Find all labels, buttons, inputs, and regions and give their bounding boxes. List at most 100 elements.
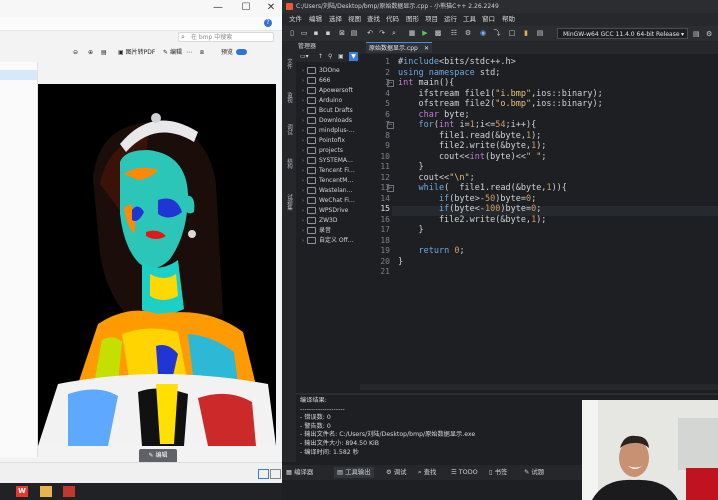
side-tab-debug[interactable]: 调试	[285, 124, 293, 135]
print-code-icon[interactable]: ▤	[350, 29, 358, 37]
menu-tools[interactable]: 工具	[463, 13, 476, 26]
close-icon[interactable]: ✕	[263, 2, 279, 14]
zoom-in-icon[interactable]: ⊕	[88, 48, 93, 58]
tree-item[interactable]: › Pointofix	[302, 136, 345, 146]
redo-icon[interactable]: ↷	[378, 29, 386, 37]
viewer-sidebar	[0, 62, 38, 457]
filter-icon[interactable]: ▼	[349, 52, 358, 61]
folder-menu-icon[interactable]: ▭▾	[300, 53, 309, 60]
fold-toggle-icon[interactable]: −	[387, 185, 394, 192]
side-tab-files[interactable]: 文件	[285, 58, 293, 69]
tree-item[interactable]: › SYSTEMA…	[302, 156, 353, 166]
compile-icon[interactable]: ▦	[408, 29, 416, 37]
open-file-icon[interactable]: ▭	[300, 29, 308, 37]
new-file-icon[interactable]: ▯	[288, 29, 296, 37]
tree-refresh-icon[interactable]: ▣	[338, 53, 344, 60]
grid-view-icon[interactable]	[270, 469, 281, 479]
tree-item[interactable]: › Apowersoft	[302, 86, 353, 96]
edit-toolbar-button[interactable]: ✎ 编辑	[163, 48, 182, 58]
tree-item[interactable]: › Bcut Drafts	[302, 106, 353, 116]
tree-item[interactable]: › Wastelan…	[302, 186, 353, 196]
output-line: - 输出文件大小: 894.50 KiB	[300, 440, 380, 447]
edit-image-button[interactable]: ✎ 编辑	[139, 449, 177, 463]
code-editor[interactable]: #include<bits/stdc++.h> using namespace …	[398, 54, 718, 384]
menu-project[interactable]: 项目	[425, 13, 438, 26]
tab-todo[interactable]: ☰ TODO	[451, 467, 478, 478]
tree-item[interactable]: › mindplus-…	[302, 126, 355, 136]
crop-icon[interactable]: ⧈	[200, 48, 204, 58]
close-tab-icon[interactable]: ✕	[424, 43, 429, 54]
undo-icon[interactable]: ↶	[366, 29, 374, 37]
editor-hscrollbar[interactable]	[360, 384, 718, 390]
compiler-options-icon[interactable]: ⚙	[706, 30, 714, 38]
tree-item[interactable]: › Arduino	[302, 96, 342, 106]
tree-item[interactable]: › 666	[302, 76, 330, 86]
code-line: cout<<int(byte)<<" ";	[398, 151, 547, 162]
app-taskbar-icon[interactable]	[63, 486, 75, 497]
maximize-icon[interactable]: ☐	[238, 2, 254, 14]
tree-location-icon[interactable]: ⚲	[328, 53, 332, 60]
save-icon[interactable]: ▪	[312, 29, 320, 37]
tree-item[interactable]: › WeChat Fi…	[302, 196, 355, 206]
tab-tool-output[interactable]: ▤ 工具输出	[334, 467, 374, 478]
options-icon[interactable]: ⚙	[464, 29, 472, 37]
tree-item[interactable]: › 录音	[302, 226, 331, 236]
compile-run-icon[interactable]: ▩	[434, 29, 442, 37]
menu-graphics[interactable]: 图形	[406, 13, 419, 26]
print-icon[interactable]: ▤	[101, 48, 107, 58]
viewer-search-input[interactable]: 在 bmp 中搜索	[178, 32, 274, 42]
rebuild-icon[interactable]: ☷	[450, 29, 458, 37]
side-tab-watch[interactable]: 监视	[285, 92, 293, 103]
menu-code[interactable]: 代码	[386, 13, 399, 26]
menu-file[interactable]: 文件	[289, 13, 302, 26]
tree-item[interactable]: › WPSDrive	[302, 206, 348, 216]
tree-up-icon[interactable]: ↑	[318, 53, 323, 60]
tab-debug[interactable]: ⚙ 调试	[386, 467, 407, 478]
stop-icon[interactable]: □	[508, 29, 516, 37]
tree-item[interactable]: › ZW3D	[302, 216, 337, 226]
tab-bookmarks[interactable]: ▯ 书签	[489, 467, 507, 478]
menu-find[interactable]: 查找	[367, 13, 380, 26]
find-icon[interactable]: ⌕	[390, 29, 398, 37]
tab-source-file[interactable]: 原始数据显示.cpp ✕	[366, 42, 432, 53]
tree-item[interactable]: › 自定义 Off…	[302, 236, 354, 246]
side-tab-structure[interactable]: 结构	[285, 158, 293, 169]
menu-view[interactable]: 视图	[348, 13, 361, 26]
help-icon[interactable]: ?	[264, 19, 272, 27]
side-tab-problem-set[interactable]: 试题集	[285, 194, 293, 211]
wps-taskbar-icon[interactable]: W	[16, 486, 28, 497]
menu-window[interactable]: 窗口	[482, 13, 495, 26]
more-icon[interactable]: ⋯	[186, 48, 192, 58]
menu-help[interactable]: 帮助	[502, 13, 515, 26]
menu-select[interactable]: 选择	[329, 13, 342, 26]
explorer-taskbar-icon[interactable]	[40, 486, 52, 497]
view-mode-icon[interactable]	[258, 469, 269, 479]
tab-find[interactable]: ⌕ 查找	[418, 467, 436, 478]
profile-icon[interactable]: ▮	[522, 29, 530, 37]
to-pdf-button[interactable]: ▣ 图片转PDF	[118, 48, 155, 58]
window-title: C:/Users/刘陆/Desktop/bmp/原始数据显示.cpp - 小熊猫…	[296, 3, 499, 10]
view-icon[interactable]: ▤	[536, 29, 544, 37]
fold-toggle-icon[interactable]: −	[387, 80, 394, 87]
tree-item[interactable]: › 3DOne	[302, 66, 340, 76]
menu-run[interactable]: 运行	[444, 13, 457, 26]
zoom-out-icon[interactable]: ⊖	[73, 48, 78, 58]
compiler-settings-icon[interactable]: ▤	[693, 30, 701, 38]
tree-item[interactable]: › Tencent Fi…	[302, 166, 355, 176]
compiler-select[interactable]: MinGW-w64 GCC 11.4.0 64-bit Release ▾	[557, 28, 688, 39]
tab-problems[interactable]: ✎ 试题	[524, 467, 544, 478]
fold-toggle-icon[interactable]: −	[387, 122, 394, 129]
tree-item[interactable]: › Downloads	[302, 116, 352, 126]
debug-icon[interactable]: ◉	[479, 29, 487, 37]
close-file-icon[interactable]: ⊠	[338, 29, 346, 37]
menu-edit[interactable]: 编辑	[309, 13, 322, 26]
step-icon[interactable]: ⤵	[493, 29, 501, 37]
tree-item[interactable]: › projects	[302, 146, 343, 156]
tab-compiler[interactable]: ▦ 编译器	[286, 467, 313, 478]
minimize-icon[interactable]: —	[210, 2, 226, 14]
save-all-icon[interactable]: ▪	[324, 29, 332, 37]
preview-toggle[interactable]	[236, 49, 247, 55]
sidebar-selected-item[interactable]	[0, 70, 37, 80]
tree-item[interactable]: › TencentM…	[302, 176, 353, 186]
run-icon[interactable]: ▶	[421, 29, 429, 37]
